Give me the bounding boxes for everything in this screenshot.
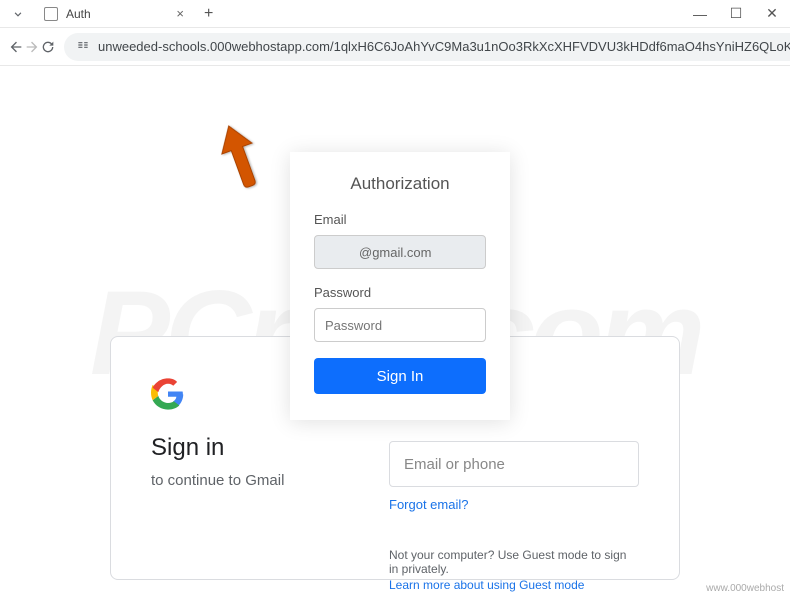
tab-favicon: [44, 7, 58, 21]
google-logo-icon: [151, 377, 185, 411]
reload-button[interactable]: [40, 33, 56, 61]
google-email-input[interactable]: Email or phone: [389, 441, 639, 487]
page-content: PCrisk.com Sign in to continue to Gmail …: [0, 66, 790, 600]
tab-strip: Auth × +: [0, 0, 213, 27]
window-controls: — ☐ ✕: [682, 0, 790, 28]
back-button[interactable]: [8, 33, 24, 61]
password-input[interactable]: [314, 308, 486, 342]
window-titlebar: Auth × + — ☐ ✕: [0, 0, 790, 28]
site-settings-icon[interactable]: [76, 38, 90, 55]
tab-title: Auth: [66, 7, 168, 21]
new-tab-button[interactable]: +: [204, 5, 213, 23]
maximize-button[interactable]: ☐: [718, 0, 754, 28]
forgot-email-link[interactable]: Forgot email?: [389, 497, 639, 512]
email-input[interactable]: [314, 235, 486, 269]
footer-host-tag: www.000webhost: [706, 583, 784, 594]
authorization-modal: Authorization Email Password Sign In: [290, 152, 510, 420]
search-tabs-button[interactable]: [8, 4, 28, 24]
close-window-button[interactable]: ✕: [754, 0, 790, 28]
url-text: unweeded-schools.000webhostapp.com/1qlxH…: [98, 39, 790, 54]
signin-button[interactable]: Sign In: [314, 358, 486, 394]
browser-toolbar: unweeded-schools.000webhostapp.com/1qlxH…: [0, 28, 790, 66]
annotation-arrow-icon: [218, 122, 262, 192]
tab-close-icon[interactable]: ×: [176, 6, 184, 21]
email-label: Email: [314, 212, 486, 227]
guest-note-text: Not your computer? Use Guest mode to sig…: [389, 548, 626, 576]
google-email-placeholder: Email or phone: [404, 456, 505, 473]
forward-button[interactable]: [24, 33, 40, 61]
password-label: Password: [314, 285, 486, 300]
minimize-button[interactable]: —: [682, 0, 718, 28]
guest-mode-note: Not your computer? Use Guest mode to sig…: [389, 548, 639, 592]
address-bar[interactable]: unweeded-schools.000webhostapp.com/1qlxH…: [64, 33, 790, 61]
browser-tab[interactable]: Auth ×: [34, 1, 194, 27]
guest-mode-link[interactable]: Learn more about using Guest mode: [389, 578, 639, 592]
auth-title: Authorization: [314, 174, 486, 194]
